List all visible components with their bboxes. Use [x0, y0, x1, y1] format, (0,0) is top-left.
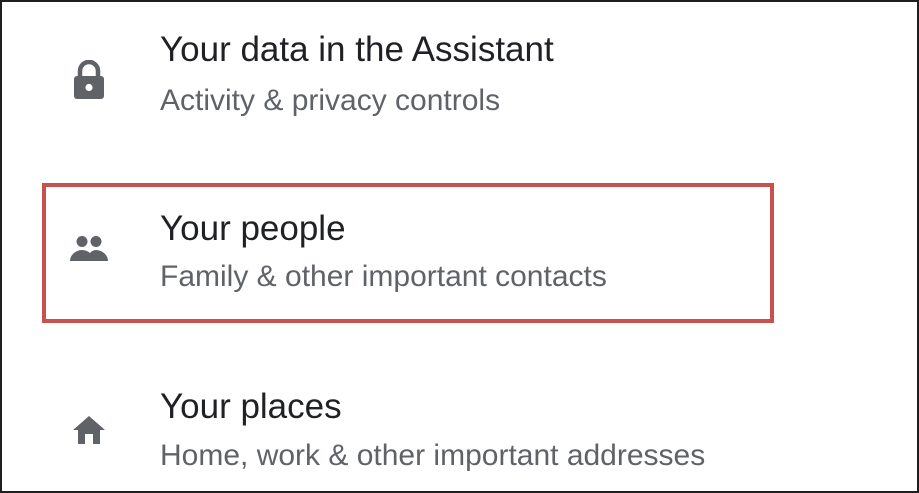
home-icon	[66, 407, 112, 453]
settings-item-subtitle: Activity & privacy controls	[160, 84, 501, 117]
people-icon	[66, 225, 112, 271]
settings-item-title: Your places	[160, 387, 342, 426]
settings-item-title: Your people	[160, 209, 346, 248]
settings-item-your-places[interactable]: Your places Home, work & other important…	[2, 377, 917, 491]
settings-item-subtitle: Family & other important contacts	[160, 260, 607, 293]
settings-item-your-data[interactable]: Your data in the Assistant Activity & pr…	[2, 12, 917, 132]
settings-item-subtitle: Home, work & other important addresses	[160, 439, 706, 472]
lock-icon	[66, 57, 112, 103]
settings-frame: Your data in the Assistant Activity & pr…	[0, 0, 919, 493]
settings-item-your-people[interactable]: Your people Family & other important con…	[2, 187, 917, 307]
settings-item-title: Your data in the Assistant	[160, 30, 554, 69]
